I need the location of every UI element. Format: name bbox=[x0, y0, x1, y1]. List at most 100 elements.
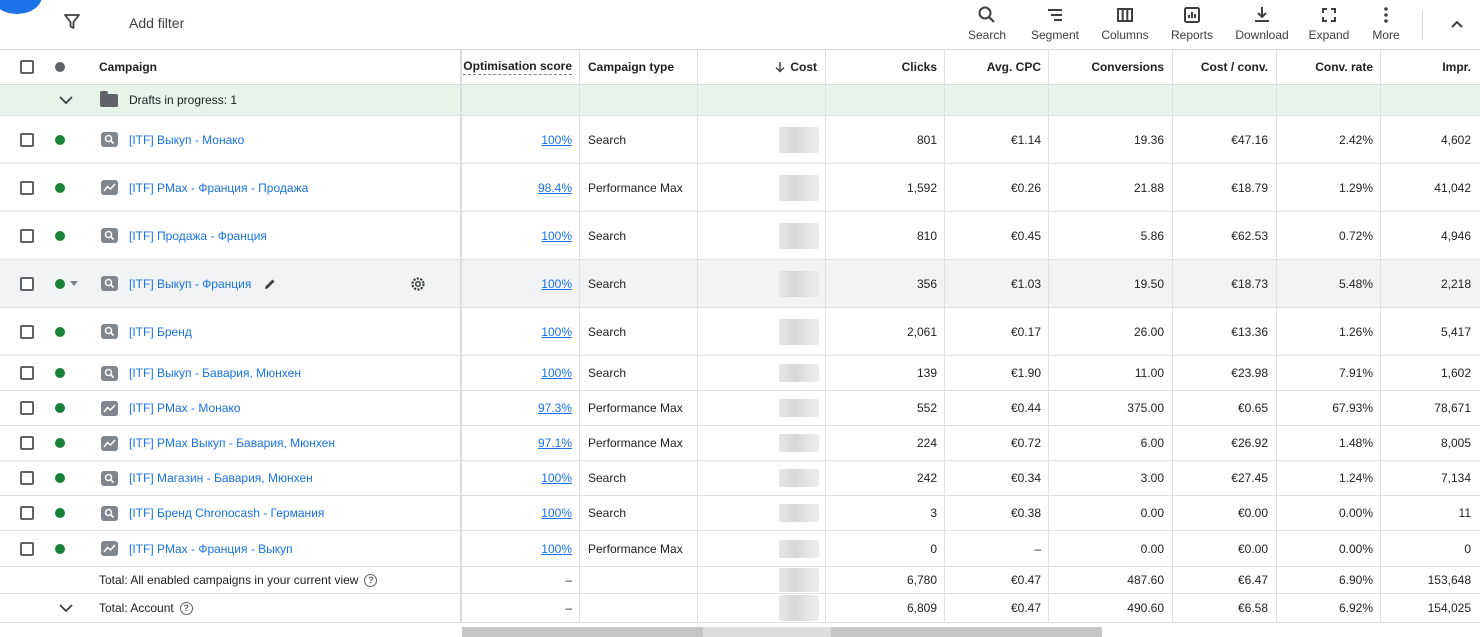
table-row[interactable]: [ITF] PMax - Франция - Выкуп 100% Performa… bbox=[0, 531, 1480, 567]
status-cell[interactable] bbox=[55, 531, 65, 566]
row-checkbox[interactable] bbox=[20, 366, 34, 380]
status-cell[interactable] bbox=[55, 308, 65, 355]
gear-icon[interactable] bbox=[409, 275, 427, 293]
column-divider bbox=[579, 260, 580, 307]
campaign-name-link[interactable]: [ITF] PMax - Франция - Выкуп bbox=[129, 542, 293, 556]
table-row[interactable]: [ITF] Бренд Chronocash - Германия 100% Sea… bbox=[0, 496, 1480, 531]
status-cell[interactable] bbox=[55, 426, 65, 460]
row-settings-cell bbox=[409, 260, 427, 307]
cost-per-conv-column-header[interactable]: Cost / conv. bbox=[1173, 50, 1268, 84]
column-divider bbox=[579, 50, 580, 84]
status-cell[interactable] bbox=[55, 391, 65, 425]
redacted-cost bbox=[779, 595, 819, 621]
create-button[interactable] bbox=[0, 0, 42, 14]
row-checkbox[interactable] bbox=[20, 180, 34, 195]
optimisation-score-link[interactable]: 100% bbox=[541, 133, 572, 147]
table-row[interactable]: [ITF] Выкуп - Бавария, Мюнхен 100% Search 1… bbox=[0, 356, 1480, 391]
drafts-row[interactable]: Drafts in progress: 1 bbox=[0, 85, 1480, 116]
row-checkbox[interactable] bbox=[20, 471, 34, 485]
avg-cpc-column-header[interactable]: Avg. CPC bbox=[945, 50, 1041, 84]
campaign-type-cell: Performance Max bbox=[588, 180, 683, 195]
optimisation-score-link[interactable]: 97.3% bbox=[538, 401, 572, 415]
status-cell[interactable] bbox=[55, 260, 78, 307]
optimisation-score-link[interactable]: 100% bbox=[541, 506, 572, 520]
table-row[interactable]: [ITF] Продажа - Франция 100% Search 810 €0.4… bbox=[0, 212, 1480, 260]
impr-cell: 7,134 bbox=[1440, 471, 1471, 485]
expand-icon bbox=[1322, 8, 1336, 22]
conversions-column-header[interactable]: Conversions bbox=[1049, 50, 1164, 84]
row-checkbox[interactable] bbox=[20, 324, 34, 339]
account-total-toggle[interactable] bbox=[57, 594, 75, 622]
segment-tool-button[interactable]: Segment bbox=[1030, 5, 1080, 42]
filter-icon[interactable] bbox=[63, 13, 81, 31]
status-cell[interactable] bbox=[55, 164, 65, 211]
row-checkbox[interactable] bbox=[20, 506, 34, 520]
total-conv-rate-cell: 6.92% bbox=[1338, 601, 1373, 615]
row-checkbox[interactable] bbox=[20, 436, 34, 450]
status-cell[interactable] bbox=[55, 496, 65, 530]
table-row[interactable]: [ITF] PMax Выкуп - Бавария, Мюнхен 97.1% P… bbox=[0, 426, 1480, 461]
impr-cell: 5,417 bbox=[1440, 324, 1471, 339]
status-cell[interactable] bbox=[55, 461, 65, 495]
reports-tool-button[interactable]: Reports bbox=[1168, 5, 1216, 42]
campaign-name-link[interactable]: [ITF] Выкуп - Бавария, Мюнхен bbox=[129, 366, 301, 380]
status-cell[interactable] bbox=[55, 116, 65, 163]
row-checkbox[interactable] bbox=[20, 132, 34, 147]
drafts-toggle[interactable] bbox=[57, 85, 75, 115]
campaign-name-link[interactable]: [ITF] PMax - Монако bbox=[129, 401, 241, 415]
more-tool-button[interactable]: More bbox=[1368, 5, 1404, 42]
campaign-name-link[interactable]: [ITF] Магазин - Бавария, Мюнхен bbox=[129, 471, 313, 485]
help-icon[interactable]: ? bbox=[179, 601, 193, 615]
optimisation-score-link[interactable]: 100% bbox=[541, 325, 572, 339]
campaign-name-link[interactable]: [ITF] Выкуп - Монако bbox=[129, 133, 244, 147]
campaign-column-header[interactable]: Campaign bbox=[99, 50, 157, 84]
total-impr-cell: 153,648 bbox=[1427, 573, 1471, 587]
table-row[interactable]: [ITF] Магазин - Бавария, Мюнхен 100% Searc… bbox=[0, 461, 1480, 496]
row-checkbox[interactable] bbox=[20, 401, 34, 415]
optimisation-score-link[interactable]: 98.4% bbox=[538, 181, 572, 195]
chevron-up-icon[interactable] bbox=[1447, 14, 1467, 34]
campaign-name-link[interactable]: [ITF] Бренд bbox=[129, 325, 192, 339]
row-checkbox[interactable] bbox=[20, 228, 34, 243]
help-icon[interactable]: ? bbox=[364, 573, 378, 587]
campaign-name-link[interactable]: [ITF] Выкуп - Франция bbox=[129, 277, 251, 291]
impr-column-header[interactable]: Impr. bbox=[1381, 50, 1471, 84]
table-row[interactable]: [ITF] Бренд 100% Search 2,061 €0.17 26.00 €13.… bbox=[0, 308, 1480, 356]
columns-tool-button[interactable]: Columns bbox=[1100, 5, 1150, 42]
optimisation-score-link[interactable]: 100% bbox=[541, 229, 572, 243]
pencil-icon[interactable] bbox=[263, 277, 277, 291]
campaign-name-link[interactable]: [ITF] Продажа - Франция bbox=[129, 229, 267, 243]
optimisation-score-column-header[interactable]: Optimisation score bbox=[462, 50, 572, 84]
arrow-down-icon bbox=[775, 62, 785, 73]
campaign-name-link[interactable]: [ITF] PMax - Франция - Продажа bbox=[129, 181, 308, 195]
table-row[interactable]: [ITF] Выкуп - Франция 100% Search 356 €1.03 1… bbox=[0, 260, 1480, 308]
campaign-name-link[interactable]: [ITF] PMax Выкуп - Бавария, Мюнхен bbox=[129, 436, 335, 450]
optimisation-score-link[interactable]: 100% bbox=[541, 471, 572, 485]
download-tool-button[interactable]: Download bbox=[1232, 5, 1292, 42]
optimisation-score-link[interactable]: 100% bbox=[541, 542, 572, 556]
search-tool-button[interactable]: Search bbox=[966, 5, 1008, 42]
table-row[interactable]: [ITF] PMax - Монако 97.3% Performance Max 5… bbox=[0, 391, 1480, 426]
table-row[interactable]: [ITF] PMax - Франция - Продажа 98.4% Perfo… bbox=[0, 164, 1480, 212]
status-filter-icon[interactable] bbox=[55, 62, 65, 72]
column-divider bbox=[460, 85, 462, 115]
expand-tool-button[interactable]: Expand bbox=[1306, 5, 1352, 42]
cost-cell bbox=[698, 260, 825, 307]
cost-column-header[interactable]: Cost bbox=[700, 50, 817, 84]
clicks-column-header[interactable]: Clicks bbox=[826, 50, 937, 84]
row-checkbox[interactable] bbox=[20, 541, 34, 556]
add-filter-button[interactable]: Add filter bbox=[129, 15, 184, 31]
table-row[interactable]: [ITF] Выкуп - Монако 100% Search 801 €1.14 19… bbox=[0, 116, 1480, 164]
drafts-label: Drafts in progress: 1 bbox=[129, 93, 238, 107]
select-all-checkbox[interactable] bbox=[20, 60, 34, 74]
conv-rate-column-header[interactable]: Conv. rate bbox=[1277, 50, 1373, 84]
optimisation-score-link[interactable]: 100% bbox=[541, 366, 572, 380]
row-checkbox[interactable] bbox=[20, 276, 34, 291]
status-cell[interactable] bbox=[55, 212, 65, 259]
campaign-type-column-header[interactable]: Campaign type bbox=[588, 50, 674, 84]
campaign-type-cell: Search bbox=[588, 324, 627, 339]
optimisation-score-link[interactable]: 100% bbox=[541, 277, 572, 291]
optimisation-score-link[interactable]: 97.1% bbox=[538, 436, 572, 450]
status-cell[interactable] bbox=[55, 356, 65, 390]
campaign-name-link[interactable]: [ITF] Бренд Chronocash - Германия bbox=[129, 506, 324, 520]
